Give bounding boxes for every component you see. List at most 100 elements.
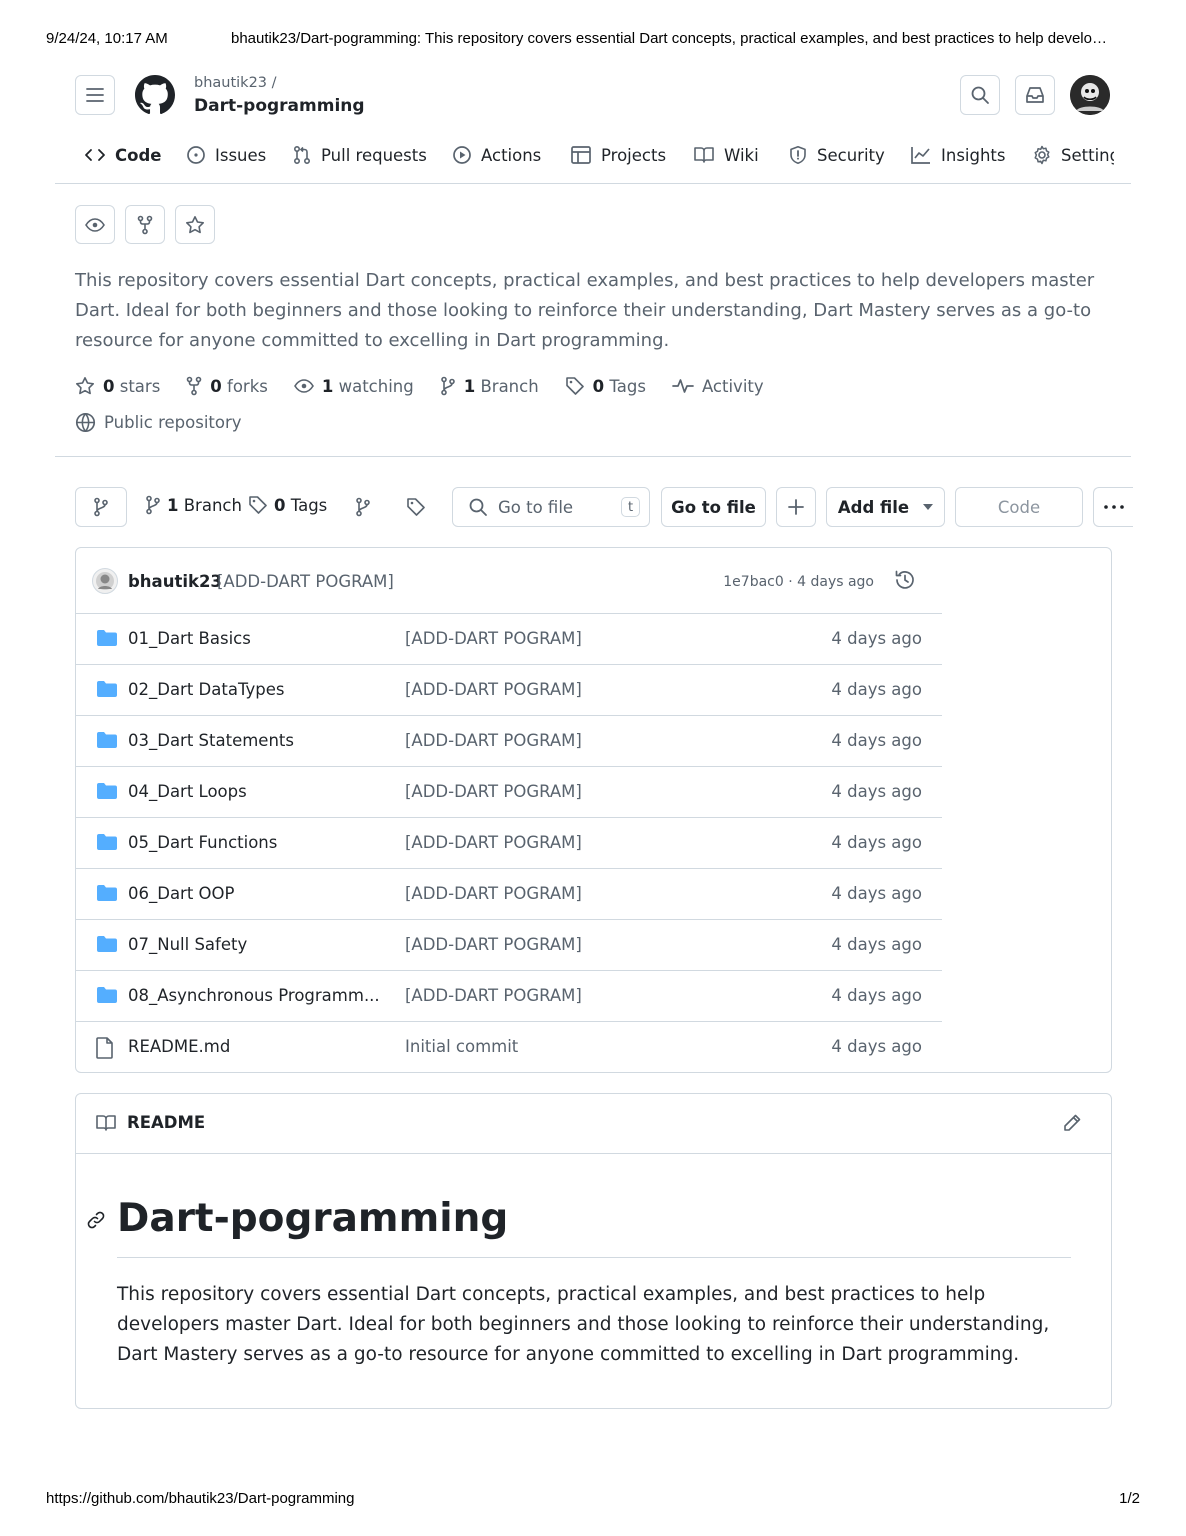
repo-owner-link[interactable]: bhautik23 / bbox=[194, 75, 277, 91]
edit-readme-button[interactable] bbox=[1062, 1113, 1082, 1138]
watching-link[interactable]: 1 watching bbox=[293, 377, 414, 396]
file-row[interactable]: 02_Dart DataTypes [ADD-DART POGRAM] 4 days… bbox=[76, 664, 942, 715]
branches-link[interactable]: 1 Branch bbox=[145, 495, 242, 515]
file-row[interactable]: 01_Dart Basics [ADD-DART POGRAM] 4 days ag… bbox=[76, 613, 942, 664]
tab-settings[interactable]: Setting bbox=[1032, 140, 1114, 170]
commit-message[interactable]: [ADD-DART POGRAM] bbox=[217, 572, 394, 591]
file-row[interactable]: 05_Dart Functions [ADD-DART POGRAM] 4 days… bbox=[76, 817, 942, 868]
tab-issues[interactable]: Issues bbox=[186, 140, 266, 170]
branch-link[interactable]: 1 Branch bbox=[440, 376, 539, 396]
folder-icon bbox=[97, 834, 117, 850]
branch-icon-button[interactable] bbox=[355, 497, 371, 522]
history-button[interactable] bbox=[894, 569, 916, 596]
caret-down-icon bbox=[923, 504, 934, 510]
tab-insights[interactable]: Insights bbox=[910, 140, 1006, 170]
file-name[interactable]: 08_Asynchronous Programm... bbox=[128, 986, 380, 1005]
book-icon bbox=[694, 147, 714, 163]
add-file-button[interactable]: Add file bbox=[826, 487, 945, 527]
file-name[interactable]: 07_Null Safety bbox=[128, 935, 247, 954]
tab-projects[interactable]: Projects bbox=[570, 140, 666, 170]
file-name[interactable]: 04_Dart Loops bbox=[128, 782, 247, 801]
tab-security[interactable]: Security bbox=[788, 140, 885, 170]
file-name[interactable]: 02_Dart DataTypes bbox=[128, 680, 284, 699]
code-button[interactable]: Code bbox=[955, 487, 1083, 527]
commit-author-avatar[interactable] bbox=[92, 568, 118, 594]
tab-label: Code bbox=[115, 145, 162, 165]
link-icon bbox=[87, 1211, 105, 1229]
readme-body: This repository covers essential Dart co… bbox=[117, 1284, 1050, 1365]
github-logo[interactable] bbox=[135, 75, 175, 115]
code-icon bbox=[85, 149, 105, 161]
file-row[interactable]: 04_Dart Loops [ADD-DART POGRAM] 4 days ago bbox=[76, 766, 942, 817]
add-button[interactable] bbox=[776, 487, 816, 527]
file-commit-message[interactable]: [ADD-DART POGRAM] bbox=[405, 833, 582, 852]
fork-button[interactable] bbox=[125, 205, 165, 244]
branch-select-button[interactable] bbox=[75, 487, 127, 527]
file-row[interactable]: 07_Null Safety [ADD-DART POGRAM] 4 days ag… bbox=[76, 919, 942, 970]
section-divider bbox=[55, 456, 1131, 457]
repo-name-link[interactable]: Dart-pogramming bbox=[194, 96, 365, 116]
go-to-file-search[interactable]: Go to file t bbox=[452, 487, 650, 527]
gear-icon bbox=[1034, 145, 1050, 165]
commit-sha-age[interactable]: 1e7bac0 · 4 days ago bbox=[700, 574, 874, 590]
stars-link[interactable]: 0 stars bbox=[75, 376, 160, 396]
tab-label: Security bbox=[817, 145, 885, 165]
tags-link-bar[interactable]: 0 Tags bbox=[248, 495, 327, 515]
visibility-info: Public repository bbox=[75, 412, 242, 433]
file-row[interactable]: 08_Asynchronous Programm... [ADD-DART POG… bbox=[76, 970, 942, 1021]
file-commit-message[interactable]: [ADD-DART POGRAM] bbox=[405, 629, 582, 648]
print-page-number: 1/2 bbox=[1119, 1490, 1140, 1507]
file-commit-message[interactable]: [ADD-DART POGRAM] bbox=[405, 731, 582, 750]
file-name[interactable]: 01_Dart Basics bbox=[128, 629, 251, 648]
file-row[interactable]: 03_Dart Statements [ADD-DART POGRAM] 4 day… bbox=[76, 715, 942, 766]
tab-code[interactable]: Code bbox=[84, 140, 161, 170]
forks-link[interactable]: 0 forks bbox=[186, 376, 268, 396]
search-icon bbox=[971, 86, 989, 104]
add-file-label: Add file bbox=[837, 497, 910, 517]
readme-tab[interactable]: README bbox=[95, 1113, 205, 1132]
search-icon bbox=[469, 498, 487, 516]
file-row[interactable]: 06_Dart OOP [ADD-DART POGRAM] 4 days ago bbox=[76, 868, 942, 919]
file-type-icon bbox=[96, 629, 118, 651]
tab-wiki[interactable]: Wiki bbox=[693, 140, 759, 170]
tag-icon-button[interactable] bbox=[406, 497, 426, 522]
tags-label: Tags bbox=[609, 376, 646, 396]
file-commit-message[interactable]: [ADD-DART POGRAM] bbox=[405, 884, 582, 903]
readme-heading: Dart-pogramming bbox=[117, 1196, 509, 1241]
file-commit-message[interactable]: [ADD-DART POGRAM] bbox=[405, 680, 582, 699]
commit-author[interactable]: bhautik23 bbox=[128, 572, 222, 591]
file-commit-message[interactable]: Initial commit bbox=[405, 1037, 518, 1056]
menu-button[interactable] bbox=[75, 75, 115, 115]
keyboard-shortcut-hint: t bbox=[621, 497, 640, 517]
file-name[interactable]: README.md bbox=[128, 1037, 230, 1056]
folder-icon bbox=[97, 681, 117, 697]
hamburger-icon bbox=[86, 88, 104, 102]
print-datetime: 9/24/24, 10:17 AM bbox=[46, 30, 168, 47]
file-commit-message[interactable]: [ADD-DART POGRAM] bbox=[405, 935, 582, 954]
file-type-icon bbox=[96, 1037, 114, 1063]
tags-link[interactable]: 0 Tags bbox=[565, 376, 646, 396]
inbox-button[interactable] bbox=[1015, 75, 1055, 115]
fork-icon bbox=[137, 215, 153, 234]
heading-anchor-link[interactable] bbox=[86, 1210, 106, 1235]
tab-label: Pull requests bbox=[321, 145, 427, 165]
tab-actions[interactable]: Actions bbox=[452, 140, 541, 170]
user-avatar[interactable] bbox=[1070, 75, 1110, 115]
watch-button[interactable] bbox=[75, 205, 115, 244]
file-name[interactable]: 05_Dart Functions bbox=[128, 833, 277, 852]
file-commit-message[interactable]: [ADD-DART POGRAM] bbox=[405, 986, 582, 1005]
go-to-file-button[interactable]: Go to file bbox=[661, 487, 766, 527]
file-name[interactable]: 03_Dart Statements bbox=[128, 731, 294, 750]
activity-link[interactable]: Activity bbox=[672, 377, 764, 396]
file-name[interactable]: 06_Dart OOP bbox=[128, 884, 235, 903]
file-row[interactable]: README.md Initial commit 4 days ago bbox=[76, 1021, 942, 1072]
tab-pull-requests[interactable]: Pull requests bbox=[292, 140, 427, 170]
file-commit-message[interactable]: [ADD-DART POGRAM] bbox=[405, 782, 582, 801]
forks-label: forks bbox=[227, 376, 268, 396]
nav-divider bbox=[55, 183, 1131, 184]
search-button[interactable] bbox=[960, 75, 1000, 115]
star-button[interactable] bbox=[175, 205, 215, 244]
more-options-button[interactable] bbox=[1093, 487, 1133, 527]
branch-icon bbox=[146, 495, 160, 515]
shield-icon bbox=[790, 146, 806, 164]
